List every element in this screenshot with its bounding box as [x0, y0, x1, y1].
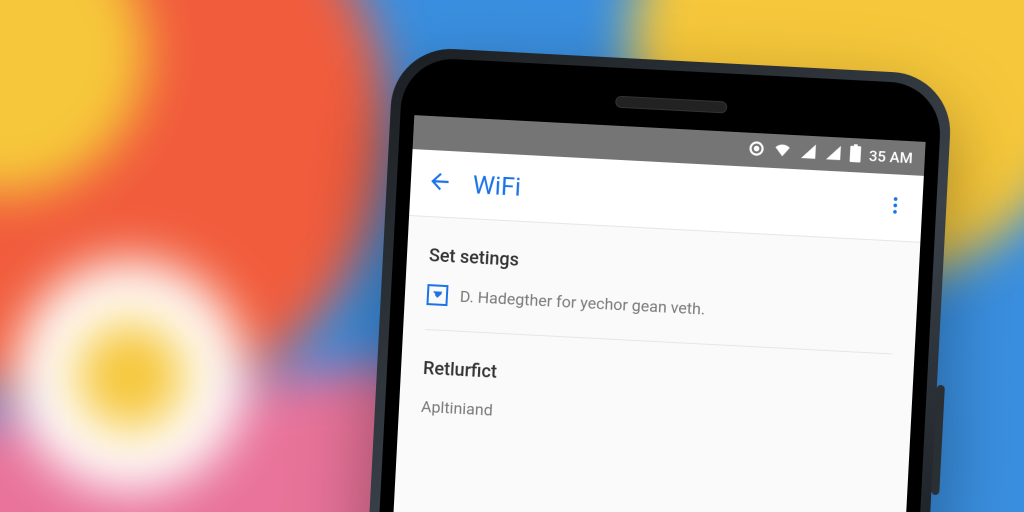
checkbox-label: D. Hadegther for yechor gean veth.	[459, 287, 705, 319]
settings-content: Set setings D. Hadegther for yechor gean…	[398, 216, 920, 448]
camera-icon	[748, 139, 766, 161]
overflow-menu-icon[interactable]	[884, 194, 907, 221]
scene: 35 AM WiFi Set setings D. Hadegther for …	[0, 0, 1024, 512]
section-heading-2: Retlurfict	[423, 358, 891, 403]
screen: 35 AM WiFi Set setings D. Hadegther for …	[376, 115, 926, 512]
checkbox-row[interactable]: D. Hadegther for yechor gean veth.	[426, 284, 894, 329]
checkbox-icon[interactable]	[426, 284, 448, 306]
back-arrow-icon[interactable]	[426, 168, 454, 199]
page-title: WiFi	[472, 171, 865, 220]
battery-icon	[849, 144, 861, 167]
section-heading: Set setings	[428, 245, 896, 290]
wifi-icon	[773, 139, 793, 163]
earpiece-speaker	[615, 96, 727, 114]
status-time: 35 AM	[869, 147, 914, 167]
section-subtitle: Apltiniand	[421, 397, 889, 440]
phone-device: 35 AM WiFi Set setings D. Hadegther for …	[347, 46, 953, 512]
signal-icon-2	[824, 143, 842, 165]
signal-icon	[800, 142, 818, 164]
